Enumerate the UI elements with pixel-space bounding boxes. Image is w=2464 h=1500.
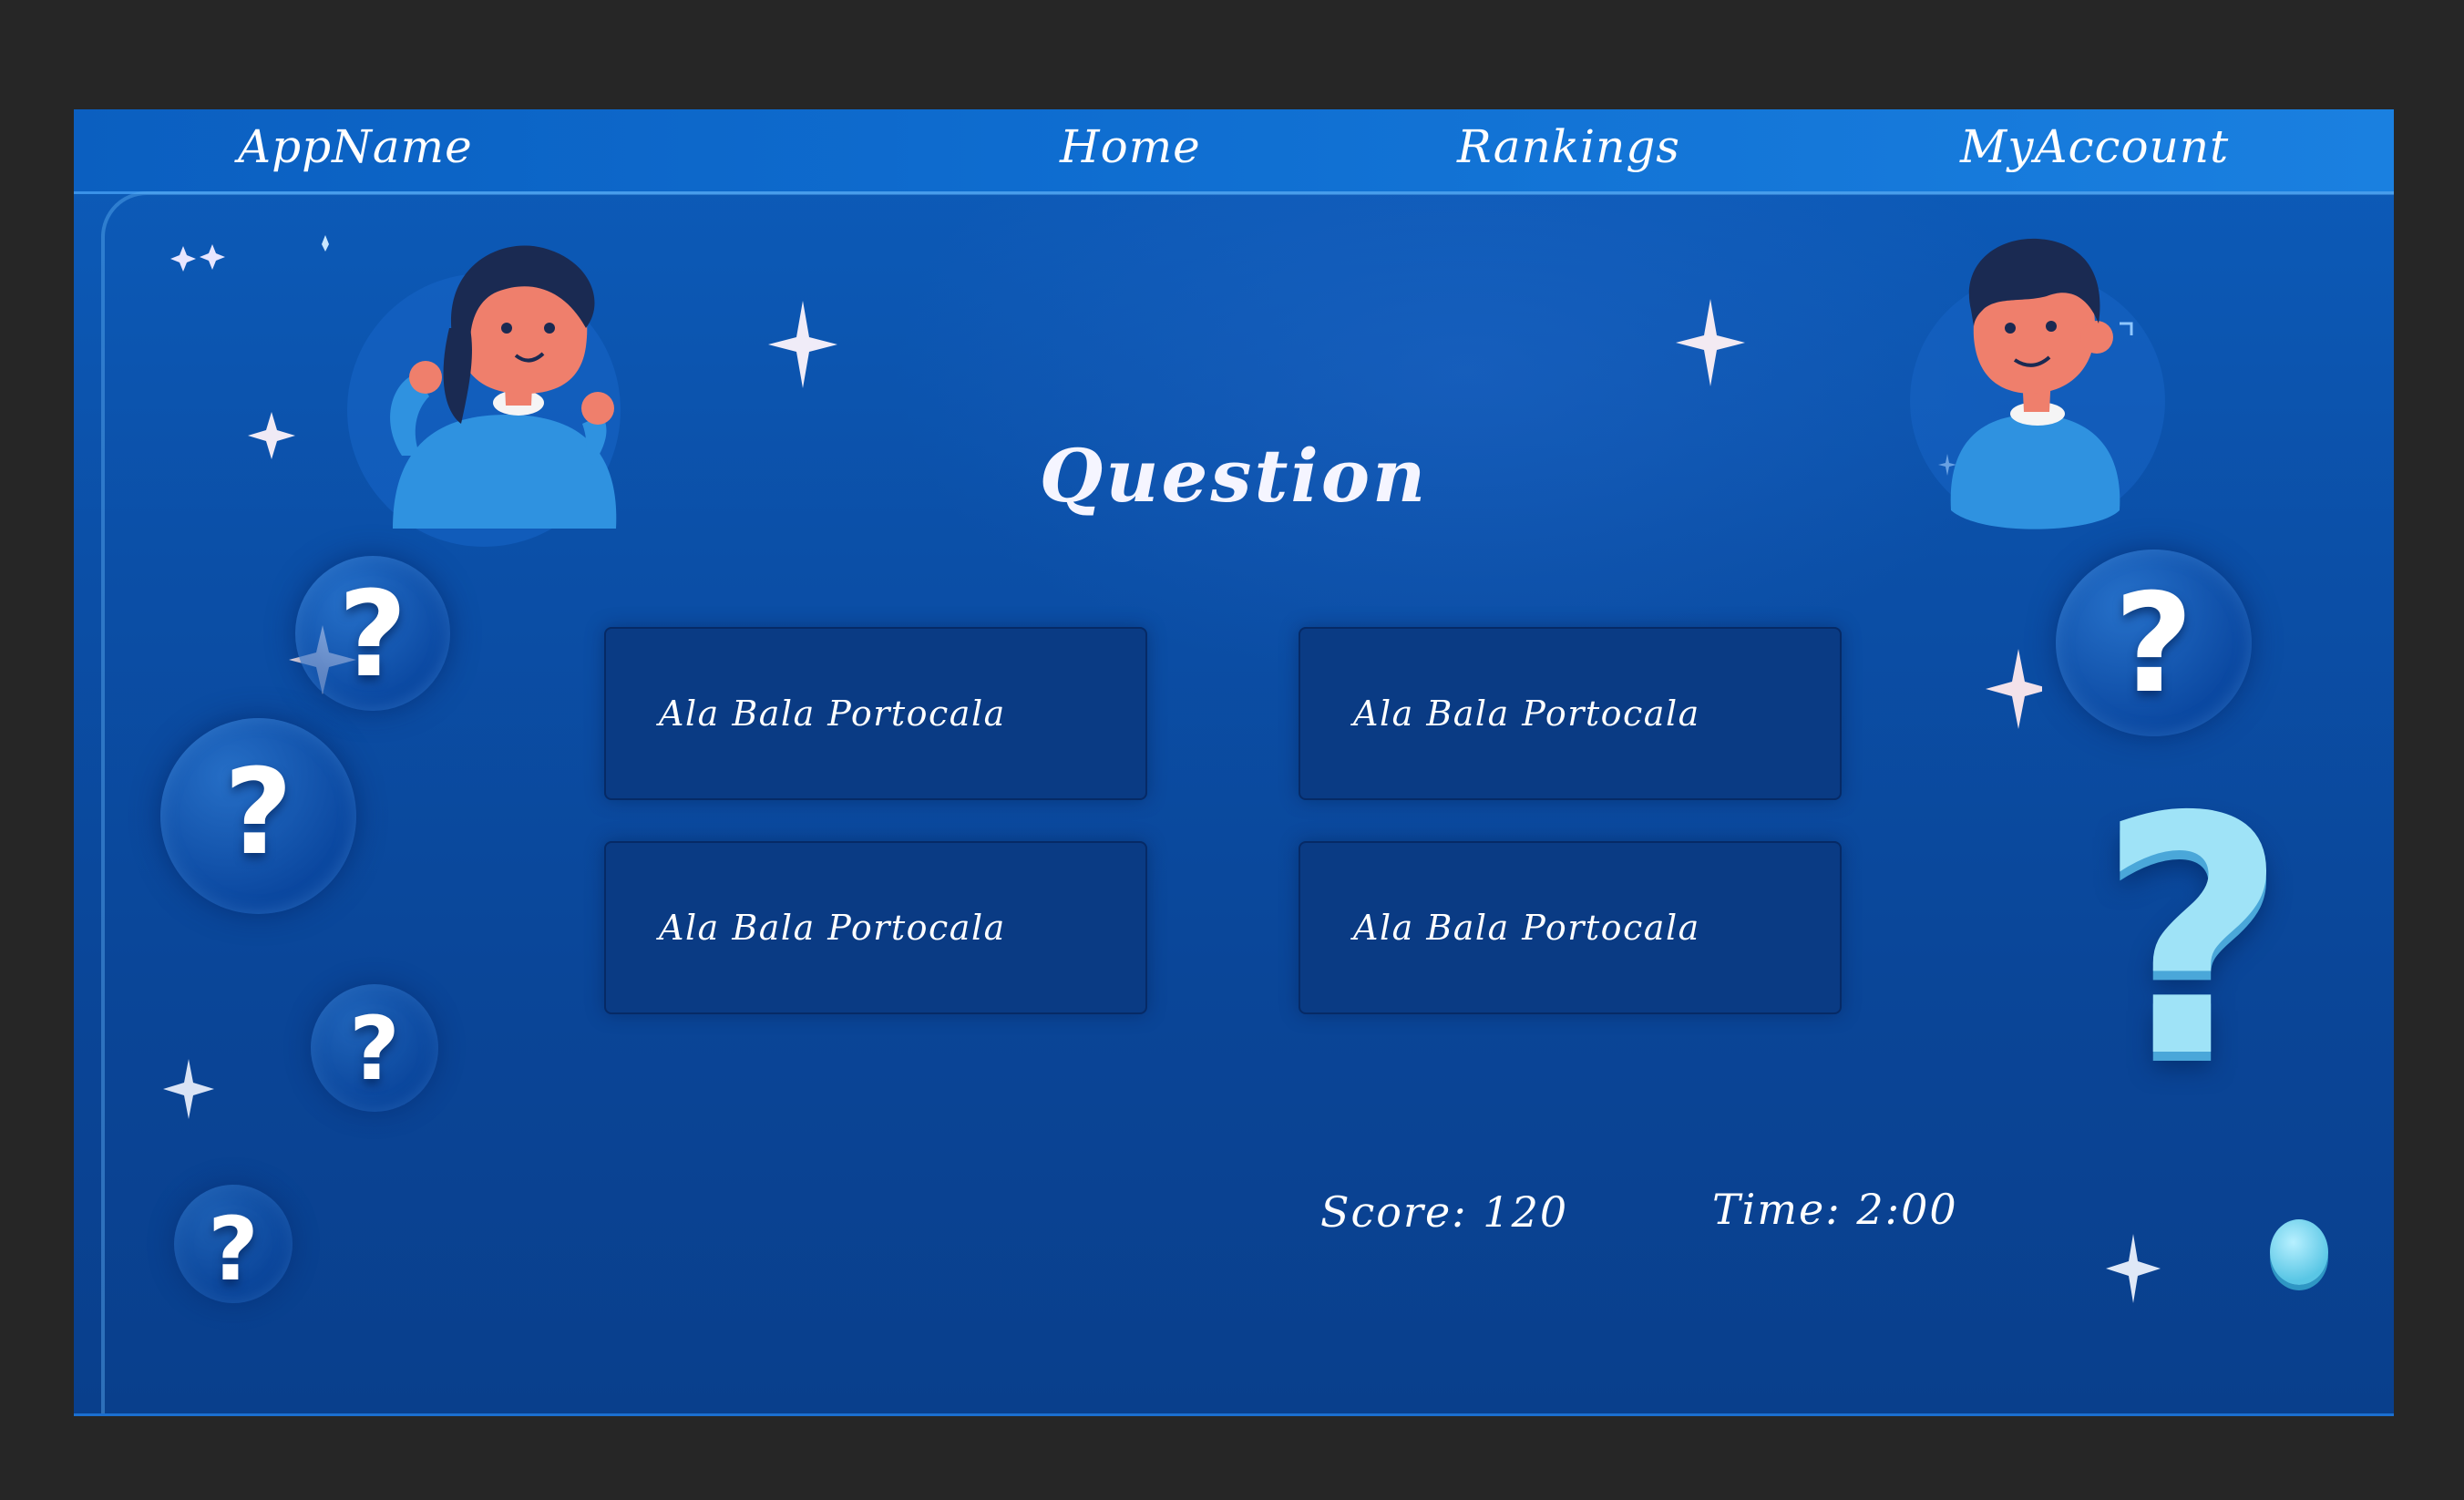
app-name-logo[interactable]: AppName xyxy=(238,120,473,173)
sparkle-icon xyxy=(1676,299,1745,386)
question-mark-icon: ? xyxy=(338,565,407,704)
quiz-app: AppName Home Rankings MyAccount ? ? ? ? … xyxy=(74,109,2394,1416)
sparkle-icon xyxy=(768,301,837,388)
question-mark-icon: ? xyxy=(208,1198,259,1300)
large-question-mark-icon: ? xyxy=(2097,747,2288,1129)
question-title: Question xyxy=(1039,433,1429,519)
question-mark-icon: ? xyxy=(2113,565,2193,724)
sparkle-icon xyxy=(163,1059,214,1119)
question-mark-icon: ? xyxy=(349,998,400,1100)
answer-option-1[interactable]: Ala Bala Portocala xyxy=(604,627,1147,800)
answer-option-3[interactable]: Ala Bala Portocala xyxy=(604,841,1147,1014)
answer-option-2[interactable]: Ala Bala Portocala xyxy=(1299,627,1842,800)
answer-option-4[interactable]: Ala Bala Portocala xyxy=(1299,841,1842,1014)
sparkle-icon xyxy=(2106,1234,2161,1303)
question-mark-icon: ? xyxy=(223,743,293,881)
nav-my-account-link[interactable]: MyAccount xyxy=(1960,120,2229,173)
nav-rankings-link[interactable]: Rankings xyxy=(1457,120,1680,173)
score-display: Score: 120 xyxy=(1320,1187,1569,1237)
bubble-dot-icon xyxy=(2270,1219,2328,1285)
nav-home-link[interactable]: Home xyxy=(1060,120,1201,173)
top-navigation: AppName Home Rankings MyAccount xyxy=(74,109,2394,194)
timer-display: Time: 2:00 xyxy=(1712,1185,1958,1234)
